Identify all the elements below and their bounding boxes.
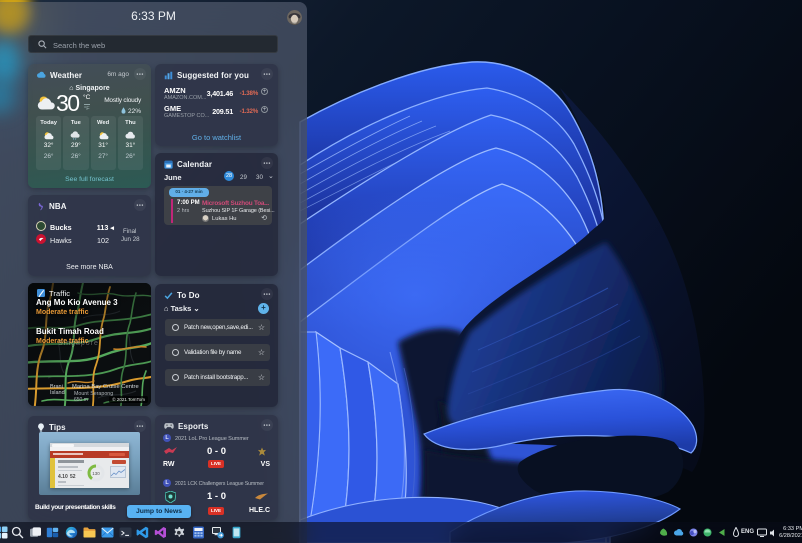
svg-text:130: 130	[92, 471, 100, 476]
